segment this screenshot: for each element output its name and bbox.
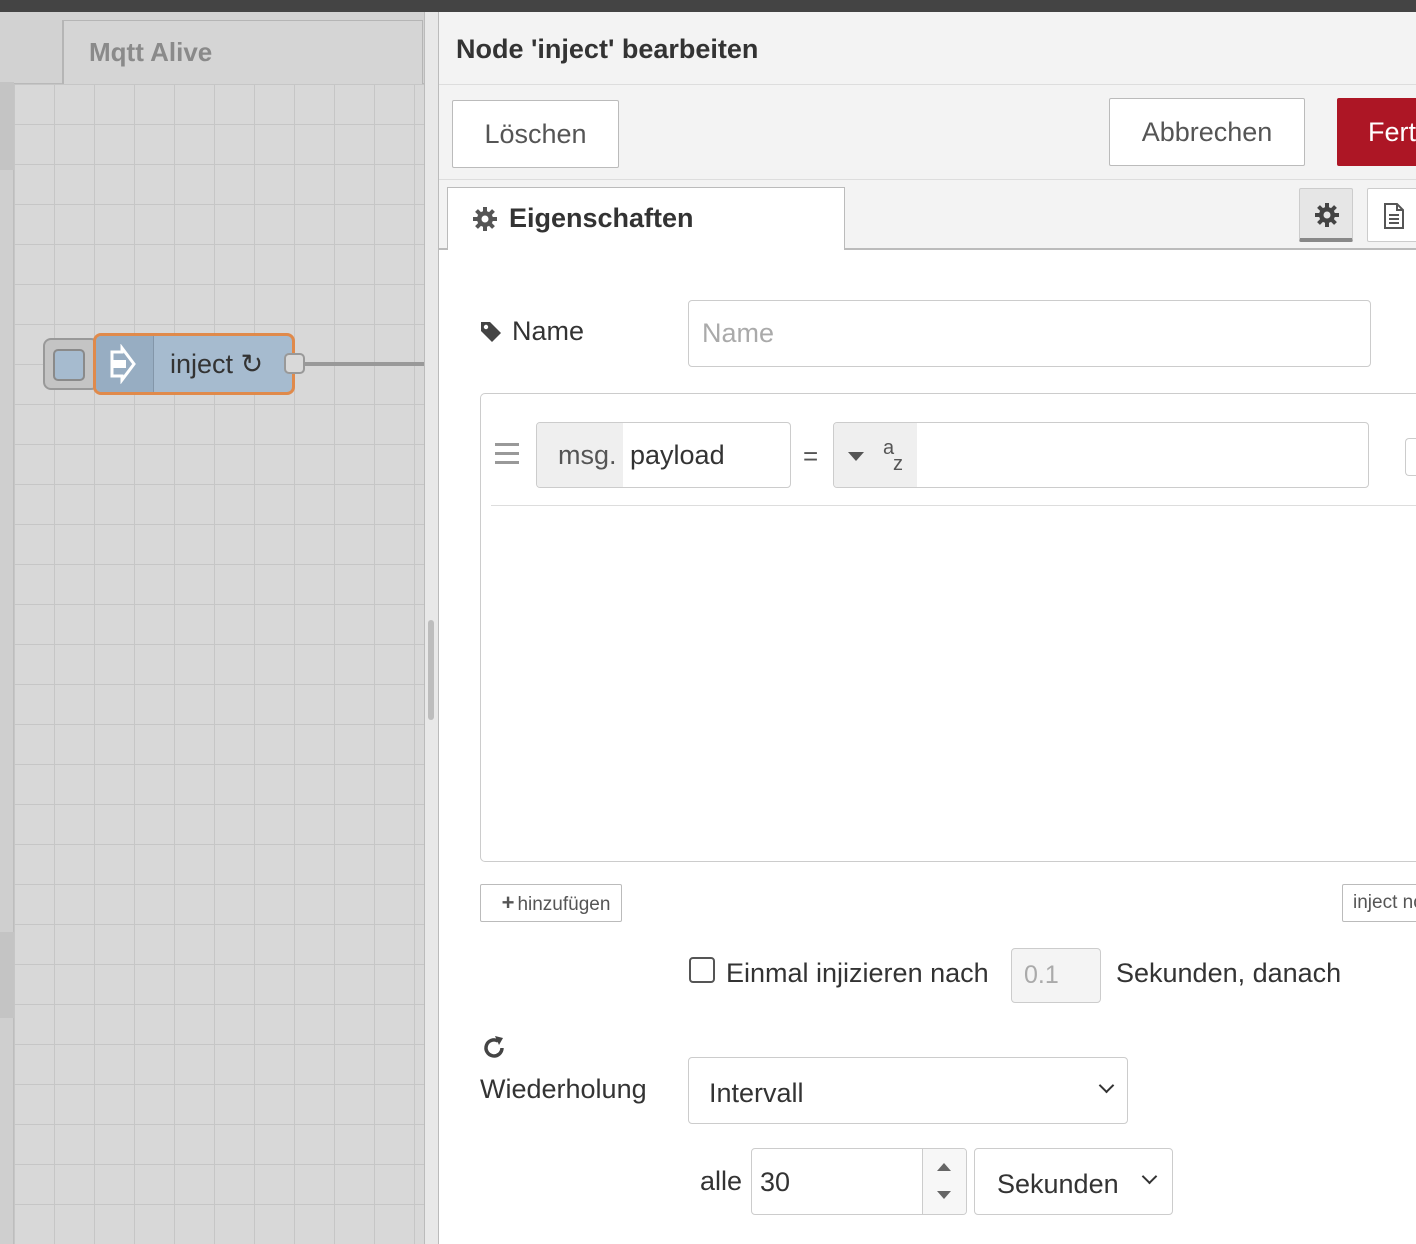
- interval-unit-select[interactable]: Sekunden: [974, 1148, 1173, 1215]
- gear-icon: [1315, 203, 1339, 227]
- tab-properties-label: Eigenschaften: [509, 203, 694, 233]
- flow-tab-mqtt-alive[interactable]: Mqtt Alive: [63, 20, 423, 84]
- msg-property-input[interactable]: msg. payload: [536, 422, 791, 488]
- chevron-down-icon: [1098, 1077, 1115, 1094]
- inject-once-after-label: Sekunden, danach: [1116, 958, 1342, 988]
- tray-splitter[interactable]: [424, 12, 438, 1244]
- palette-edge-notch: [0, 932, 14, 1018]
- msg-property-value: payload: [630, 440, 725, 470]
- cancel-button[interactable]: Abbrechen: [1109, 98, 1305, 166]
- inject-node-trigger-button[interactable]: [43, 338, 99, 390]
- property-row-remove-button[interactable]: [1405, 438, 1416, 476]
- repeat-select-value: Intervall: [709, 1078, 804, 1108]
- property-row: msg. payload = az: [491, 394, 1416, 506]
- msg-prefix: msg.: [537, 423, 623, 487]
- done-button[interactable]: Fertig: [1337, 98, 1416, 166]
- inject-once-delay-input[interactable]: 0.1: [1011, 948, 1101, 1003]
- inject-trigger-square: [53, 349, 85, 381]
- splitter-handle[interactable]: [428, 620, 434, 720]
- edit-tray: Node 'inject' bearbeiten Löschen Abbrech…: [438, 12, 1416, 1244]
- inject-now-button[interactable]: inject now: [1342, 884, 1416, 922]
- inject-once-checkbox[interactable]: [689, 957, 715, 983]
- property-value-input[interactable]: az: [833, 422, 1369, 488]
- wire[interactable]: [304, 362, 424, 366]
- palette-edge-notch: [0, 82, 14, 170]
- name-label-text: Name: [512, 316, 585, 346]
- interval-value: 30: [760, 1167, 791, 1197]
- tray-tab-row: Eigenschaften: [439, 180, 1416, 251]
- every-label: alle: [700, 1166, 743, 1196]
- tag-icon: [481, 322, 501, 342]
- workspace-tab-bar: Mqtt Alive: [0, 12, 424, 84]
- properties-form: Name msg. payload = az +hinzufü: [439, 250, 1416, 1244]
- inject-once-row: Einmal injizieren nach 0.1 Sekunden, dan…: [689, 945, 1409, 1005]
- top-bar: [0, 0, 1416, 12]
- repeat-icon: [484, 1036, 504, 1058]
- interval-unit-value: Sekunden: [997, 1169, 1119, 1199]
- spinner-up-icon[interactable]: [937, 1163, 951, 1171]
- gear-icon: [473, 207, 497, 231]
- tab-settings[interactable]: [1299, 188, 1353, 242]
- flow-workspace[interactable]: Mqtt Alive inject ↻: [0, 12, 424, 1244]
- repeat-select[interactable]: Intervall: [688, 1057, 1128, 1124]
- caret-down-icon: [848, 452, 864, 461]
- string-az-icon: az: [883, 437, 903, 475]
- tab-description[interactable]: [1367, 188, 1416, 242]
- tray-toolbar: Löschen Abbrechen Fertig: [439, 85, 1416, 180]
- previous-flow-tab[interactable]: [0, 20, 63, 84]
- chevron-down-icon: [1141, 1168, 1158, 1185]
- palette-edge: [0, 82, 14, 1244]
- spinner-arrows[interactable]: [922, 1149, 966, 1214]
- tray-title: Node 'inject' bearbeiten: [456, 34, 759, 64]
- canvas-grid[interactable]: [14, 84, 424, 1244]
- document-icon: [1384, 203, 1404, 229]
- repeat-label: Wiederholung: [480, 1074, 647, 1104]
- plus-icon: +: [501, 890, 515, 915]
- interval-spinner[interactable]: 30: [751, 1148, 967, 1215]
- spinner-down-icon[interactable]: [937, 1191, 951, 1199]
- drag-handle-icon[interactable]: [495, 443, 519, 465]
- value-type-selector[interactable]: az: [834, 423, 917, 487]
- arrow-in-icon: [110, 344, 136, 384]
- inject-node[interactable]: inject ↻: [93, 333, 295, 395]
- inject-node-output-port[interactable]: [284, 353, 305, 374]
- tab-properties[interactable]: Eigenschaften: [447, 187, 845, 251]
- inject-once-label: Einmal injizieren nach: [726, 958, 989, 988]
- delete-button[interactable]: Löschen: [452, 100, 619, 168]
- tray-header: Node 'inject' bearbeiten: [439, 12, 1416, 85]
- add-property-label: hinzufügen: [517, 894, 611, 915]
- equals-sign: =: [803, 441, 819, 471]
- inject-node-label: inject ↻: [170, 349, 264, 379]
- flow-tab-label: Mqtt Alive: [89, 37, 213, 67]
- add-property-button[interactable]: + hinzufügen: [480, 884, 622, 922]
- name-input[interactable]: [688, 300, 1371, 367]
- inject-node-icon: [96, 336, 154, 392]
- property-list: msg. payload = az: [480, 393, 1416, 862]
